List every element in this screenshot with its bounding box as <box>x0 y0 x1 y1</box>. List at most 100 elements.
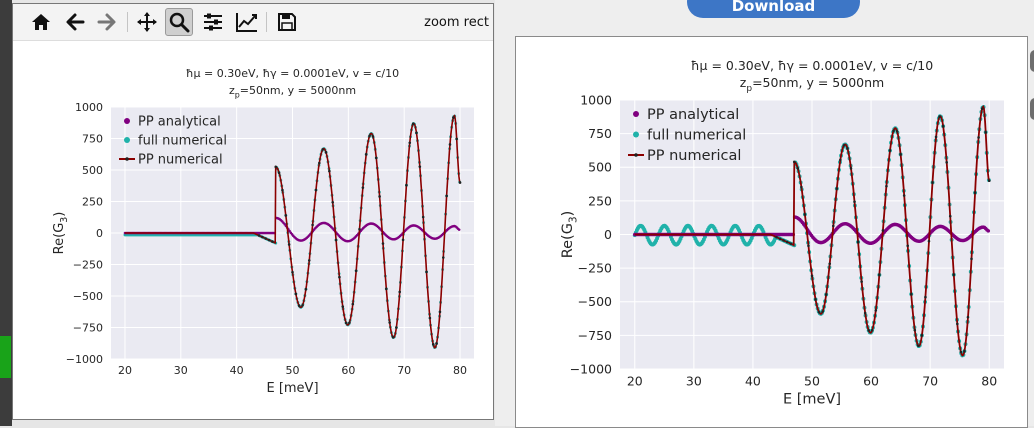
x-tick-label: 60 <box>341 364 355 377</box>
pp-numerical-point <box>368 134 371 138</box>
pp-numerical-point <box>445 194 448 198</box>
pp-numerical-point <box>874 309 878 312</box>
pp-numerical-point <box>341 305 345 308</box>
subplots-config-icon[interactable] <box>199 8 227 36</box>
pp-numerical-point <box>945 161 948 164</box>
y-tick-label: 750 <box>82 132 103 145</box>
navigation-toolbar: zoom rect <box>13 4 493 41</box>
pp-numerical-point <box>328 169 331 173</box>
legend-dot-marker <box>633 111 639 117</box>
pp-numerical-point <box>948 214 952 218</box>
pp-numerical-point <box>395 326 398 329</box>
pp-numerical-point <box>441 256 445 259</box>
x-axis-label: E [meV] <box>783 392 841 408</box>
pp-numerical-point <box>987 179 991 182</box>
pp-numerical-point <box>294 292 298 296</box>
pp-numerical-point <box>785 240 789 244</box>
pp-numerical-point <box>421 215 425 219</box>
pp-numerical-point <box>860 280 863 283</box>
forward-arrow-icon[interactable] <box>93 8 121 36</box>
pp-numerical-point <box>977 136 980 139</box>
pp-numerical-point <box>934 135 938 139</box>
pp-numerical-point <box>821 310 824 313</box>
pp-numerical-point <box>895 129 899 133</box>
pp-numerical-point <box>789 242 793 245</box>
pp-numerical-point <box>853 200 856 204</box>
save-icon[interactable] <box>273 8 301 36</box>
pp-numerical-point <box>371 134 375 138</box>
pp-numerical-point <box>321 148 324 151</box>
x-tick-label: 40 <box>230 364 244 377</box>
pp-numerical-point <box>271 240 274 243</box>
pp-numerical-point <box>281 188 284 192</box>
pp-numerical-point <box>980 107 984 111</box>
y-tick-label: 750 <box>588 126 612 141</box>
legend-point-marker <box>125 157 129 161</box>
pp-numerical-point <box>267 238 271 242</box>
pp-numerical-point <box>870 328 874 332</box>
pp-numerical-point <box>835 187 839 190</box>
back-arrow-icon[interactable] <box>61 8 89 36</box>
y-tick-label: −500 <box>578 294 612 309</box>
pp-numerical-point <box>448 143 452 146</box>
x-tick-label: 80 <box>981 374 997 389</box>
legend-entry: full numerical <box>647 128 746 144</box>
pp-numerical-point <box>314 188 318 192</box>
legend-entry: PP analytical <box>647 107 739 123</box>
y-tick-label: −750 <box>578 328 612 343</box>
y-tick-label: 500 <box>588 160 612 175</box>
pp-numerical-point <box>257 234 261 237</box>
pp-analytical-point <box>986 229 991 233</box>
pp-numerical-point <box>378 195 381 198</box>
x-tick-label: 80 <box>453 364 467 377</box>
axes-edit-icon[interactable] <box>233 8 261 36</box>
download-button[interactable]: Download <box>687 0 860 18</box>
y-tick-label: 0 <box>96 227 103 240</box>
pp-numerical-point <box>458 181 462 184</box>
pp-numerical-point <box>411 122 415 126</box>
chart-subtitle: zp=50nm, y = 5000nm <box>229 84 356 99</box>
zoom-icon[interactable] <box>165 8 193 36</box>
pp-numerical-point <box>966 315 970 319</box>
toolbar-separator <box>127 12 128 32</box>
x-tick-label: 60 <box>863 374 879 389</box>
pp-numerical-point <box>304 287 308 291</box>
y-tick-label: −250 <box>578 261 612 276</box>
pp-numerical-point <box>334 238 338 242</box>
pp-numerical-point <box>391 335 395 339</box>
pp-numerical-point <box>307 259 311 262</box>
pp-numerical-point <box>956 322 959 326</box>
pp-numerical-point <box>348 321 351 324</box>
legend-entry: PP analytical <box>138 115 221 130</box>
right-figure-image: 20 30 40 50 60 70 80 1000 750 500 250 0 −250 −500 −750… <box>560 58 1004 408</box>
pp-numerical-point <box>385 287 388 291</box>
left-figure-canvas[interactable]: 20 30 40 50 60 70 80 1000 750 500 250 0 −250 −500 −750… <box>13 40 493 420</box>
pp-numerical-point <box>952 273 956 277</box>
pp-numerical-point <box>261 235 264 239</box>
x-tick-label: 70 <box>397 364 411 377</box>
y-axis-label: Re(G3) <box>560 211 579 259</box>
pp-numerical-point <box>324 151 328 154</box>
x-tick-label: 70 <box>922 374 938 389</box>
y-tick-label: 250 <box>82 195 103 208</box>
pp-numerical-point <box>318 161 321 165</box>
side-control-dot[interactable] <box>1030 50 1034 72</box>
pp-numerical-point <box>455 137 458 141</box>
pp-numerical-point <box>842 144 846 147</box>
pp-numerical-point <box>408 141 412 145</box>
pp-numerical-point <box>284 214 288 217</box>
side-control-dot[interactable] <box>1030 98 1034 120</box>
pp-numerical-point <box>984 130 987 134</box>
y-tick-label: 250 <box>588 193 612 208</box>
y-tick-label: −750 <box>73 321 103 334</box>
x-tick-label: 20 <box>118 364 132 377</box>
pp-numerical-point <box>796 167 800 170</box>
pp-numerical-point <box>264 237 267 240</box>
pp-numerical-point <box>963 349 966 353</box>
pp-numerical-point <box>388 321 391 324</box>
pp-numerical-point <box>405 183 408 187</box>
pp-numerical-point <box>817 310 821 314</box>
pan-icon[interactable] <box>133 8 161 36</box>
x-axis-label: E [meV] <box>266 381 318 396</box>
home-icon[interactable] <box>27 8 55 36</box>
